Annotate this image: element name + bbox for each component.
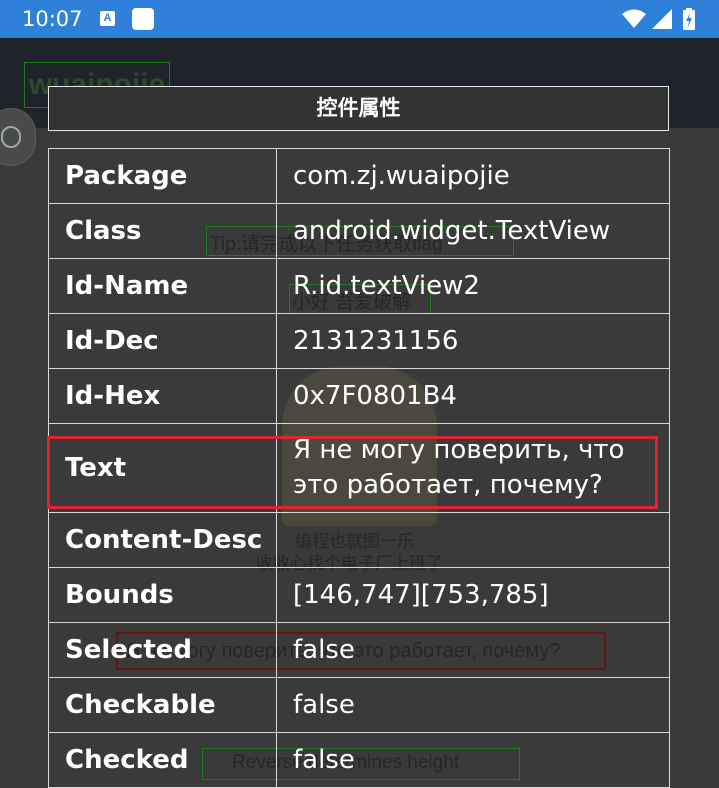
property-key: Class [48, 203, 277, 259]
floating-debug-button[interactable] [0, 108, 36, 166]
notification-square-icon [132, 8, 154, 30]
property-value[interactable]: false [276, 622, 670, 678]
bug-icon [1, 126, 21, 148]
property-key: Content-Desc [48, 512, 277, 568]
table-row: Class android.widget.TextView [48, 203, 670, 259]
property-key: Selected [48, 622, 277, 678]
property-value[interactable]: R.id.textView2 [276, 258, 670, 314]
table-row: Bounds [146,747][753,785] [48, 567, 670, 623]
property-value[interactable] [276, 512, 670, 568]
property-key: Id-Hex [48, 368, 277, 424]
property-value[interactable]: false [276, 732, 670, 788]
notification-a-icon: A [100, 11, 115, 26]
table-row: Checked false [48, 732, 670, 788]
table-row: Selected false [48, 622, 670, 678]
property-value[interactable]: android.widget.TextView [276, 203, 670, 259]
clock: 10:07 [22, 7, 83, 31]
property-key: Checkable [48, 677, 277, 733]
table-row: Checkable false [48, 677, 670, 733]
dialog-title: 控件属性 [48, 86, 669, 131]
table-row: Id-Hex 0x7F0801B4 [48, 368, 670, 424]
wifi-icon [622, 9, 646, 28]
property-key: Package [48, 148, 277, 204]
table-row: Id-Name R.id.textView2 [48, 258, 670, 314]
property-value[interactable]: [146,747][753,785] [276, 567, 670, 623]
table-row: Id-Dec 2131231156 [48, 313, 670, 369]
status-bar: 10:07 A [0, 0, 719, 38]
property-value[interactable]: 0x7F0801B4 [276, 368, 670, 424]
property-key: Id-Dec [48, 313, 277, 369]
property-key: Bounds [48, 567, 277, 623]
property-value[interactable]: false [276, 677, 670, 733]
property-value[interactable]: com.zj.wuaipojie [276, 148, 670, 204]
battery-charging-icon [683, 8, 695, 30]
property-key: Checked [48, 732, 277, 788]
signal-icon [652, 9, 672, 29]
table-row: Content-Desc [48, 512, 670, 568]
table-row: Package com.zj.wuaipojie [48, 148, 670, 204]
property-value[interactable]: 2131231156 [276, 313, 670, 369]
property-key: Id-Name [48, 258, 277, 314]
text-row-highlight [47, 436, 658, 509]
